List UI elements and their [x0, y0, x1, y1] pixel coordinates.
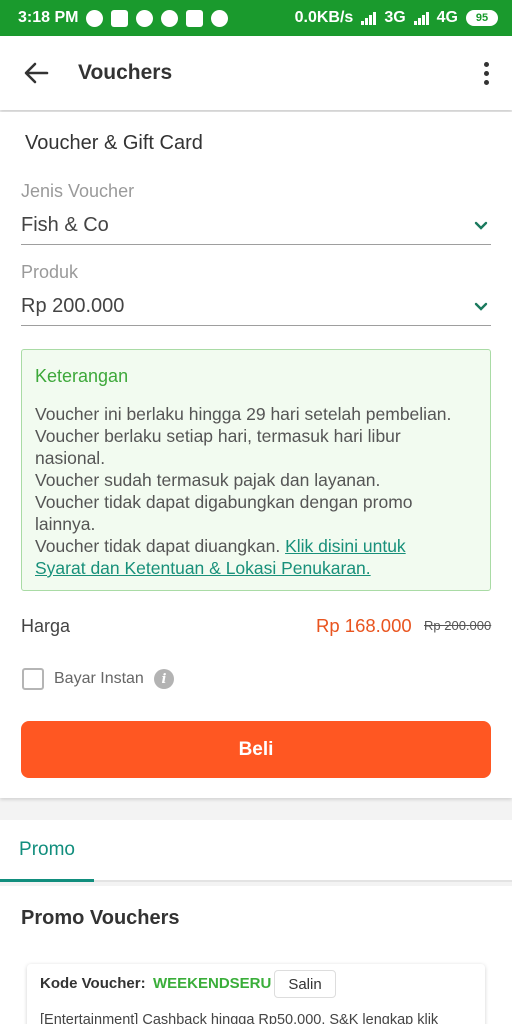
section-title: Voucher & Gift Card: [25, 132, 203, 154]
more-vert-dot: [483, 70, 489, 76]
product-dropdown[interactable]: Rp 200.000: [21, 288, 491, 326]
upload-icon: [111, 9, 129, 27]
more-vert-icon: [483, 61, 489, 67]
info-line: Voucher berlaku setiap hari, termasuk ha…: [35, 426, 401, 446]
info-line: Voucher tidak dapat diuangkan. Klik disi…: [35, 535, 477, 557]
promo-description: [Entertainment] Cashback hingga Rp50.000…: [40, 1012, 439, 1024]
whatsapp-icon: [161, 9, 179, 27]
messenger-icon: [86, 9, 104, 27]
arrow-left-icon: [24, 62, 49, 84]
line-icon: [136, 9, 154, 27]
voucher-code-label: Kode Voucher:: [40, 975, 146, 992]
price-original: Rp 200.000: [424, 618, 492, 633]
tab-promo[interactable]: Promo: [0, 820, 94, 882]
net-speed: 0.0KB/s: [294, 9, 354, 26]
more-options-button[interactable]: [474, 58, 498, 88]
info-line: nasional.: [35, 448, 106, 468]
info-line: Voucher ini berlaku hingga 29 hari setel…: [35, 404, 452, 424]
back-button[interactable]: [0, 36, 72, 110]
product-value: Rp 200.000: [21, 295, 125, 317]
network-type-2: 4G: [436, 9, 458, 26]
signal-icon: [361, 11, 377, 25]
buy-button[interactable]: Beli: [21, 721, 491, 778]
info-box: Keterangan Voucher ini berlaku hingga 29…: [21, 349, 491, 591]
info-line: lainnya.: [35, 514, 96, 534]
battery-icon: 95: [466, 10, 498, 26]
terms-link[interactable]: Klik disini untuk: [285, 536, 406, 556]
product-label: Produk: [21, 262, 79, 282]
voucher-form-card: Voucher & Gift Card Jenis Voucher Fish &…: [0, 112, 512, 798]
info-title: Keterangan: [35, 366, 129, 386]
tab-bar: Promo: [0, 820, 512, 882]
voucher-type-label: Jenis Voucher: [21, 181, 135, 201]
signal-icon: [413, 11, 429, 25]
chevron-down-icon: [471, 297, 491, 317]
info-icon[interactable]: i: [154, 669, 174, 689]
status-bar: 3:18 PM 0.0KB/s 3G 4G 95: [0, 0, 512, 36]
price-label: Harga: [21, 616, 71, 636]
gallery-icon: [186, 9, 204, 27]
promo-section: Promo Vouchers Kode Voucher: WEEKENDSERU…: [0, 886, 512, 1024]
whatsapp-icon: [211, 9, 229, 27]
info-line: Voucher sudah termasuk pajak dan layanan…: [35, 470, 381, 490]
page-title: Vouchers: [78, 61, 173, 84]
promo-title: Promo Vouchers: [21, 907, 180, 929]
more-vert-dot: [483, 79, 489, 85]
app-bar: Vouchers: [0, 36, 512, 110]
copy-code-button[interactable]: Salin: [274, 970, 336, 998]
status-left: 3:18 PM: [18, 9, 229, 27]
info-line: Voucher tidak dapat digabungkan dengan p…: [35, 492, 413, 512]
voucher-type-value: Fish & Co: [21, 214, 109, 236]
status-time: 3:18 PM: [18, 9, 79, 26]
instant-pay-label: Bayar Instan: [54, 670, 144, 687]
network-type-1: 3G: [384, 9, 406, 26]
status-right: 0.0KB/s 3G 4G 95: [295, 9, 498, 27]
terms-link-continued[interactable]: Syarat dan Ketentuan & Lokasi Penukaran.: [35, 558, 371, 578]
info-line: Syarat dan Ketentuan & Lokasi Penukaran.: [35, 557, 477, 579]
chevron-down-icon: [471, 216, 491, 236]
voucher-type-dropdown[interactable]: Fish & Co: [21, 207, 491, 245]
price-current: Rp 168.000: [316, 615, 412, 636]
instant-pay-checkbox[interactable]: [22, 668, 44, 690]
promo-voucher-card[interactable]: Kode Voucher: WEEKENDSERU Salin [Enterta…: [27, 964, 485, 1024]
voucher-code: WEEKENDSERU: [153, 975, 272, 992]
info-line-text: Voucher tidak dapat diuangkan.: [35, 536, 286, 556]
